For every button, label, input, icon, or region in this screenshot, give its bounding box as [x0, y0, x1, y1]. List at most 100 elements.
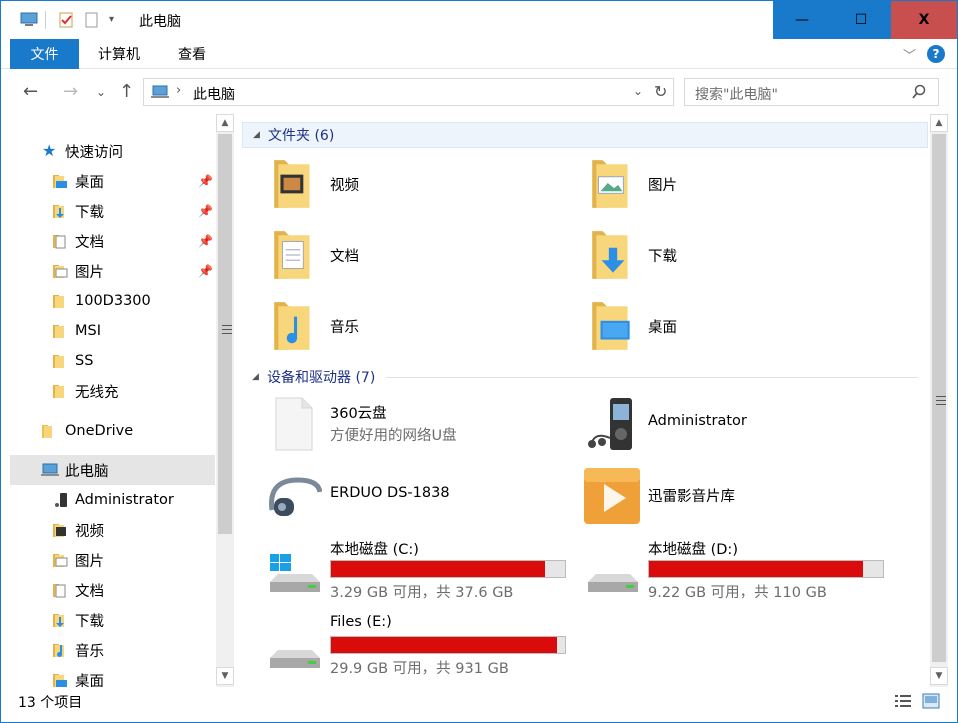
group-title: 设备和驱动器 (7) [267, 370, 376, 386]
maximize-icon: ☐ [854, 12, 868, 28]
scroll-up-icon[interactable]: ▲ [216, 114, 234, 132]
pin-icon[interactable]: 📌 [198, 174, 213, 188]
expand-ribbon-icon[interactable]: ﹀ [903, 45, 916, 64]
refresh-icon[interactable]: ↻ [654, 82, 667, 101]
sidebar-item-this-pc[interactable]: 桌面 [10, 665, 215, 687]
folder-label: 桌面 [648, 320, 677, 336]
nav-label: 下载 [75, 613, 104, 630]
device-item[interactable]: 360云盘 方便好用的网络U盘 [262, 392, 562, 456]
drive-free-space: 9.22 GB 可用，共 110 GB [648, 585, 827, 601]
nav-label: 音乐 [75, 643, 104, 660]
drive-label: 本地磁盘 (C:) [330, 542, 419, 558]
pin-icon[interactable]: 📌 [198, 264, 213, 278]
sidebar-item-this-pc[interactable]: 图片 [10, 545, 215, 575]
sidebar-item-this-pc[interactable]: 视频 [10, 515, 215, 545]
up-button[interactable]: ↑ [119, 81, 134, 102]
nav-pane-scrollbar[interactable]: ▲ ▼ [216, 114, 234, 687]
this-pc-app-icon[interactable] [19, 11, 39, 29]
folder-item[interactable]: 桌面 [588, 298, 888, 358]
nav-label: 桌面 [75, 673, 104, 688]
folder-item[interactable]: 视频 [270, 156, 570, 216]
tab-view[interactable]: 查看 [159, 39, 225, 69]
sidebar-item-quick-access[interactable]: 文档 📌 [10, 226, 215, 256]
folder-item[interactable]: 文档 [270, 227, 570, 287]
collapse-icon[interactable]: ◢ [252, 372, 259, 382]
new-folder-icon[interactable] [83, 11, 101, 29]
folder-item[interactable]: 图片 [588, 156, 888, 216]
sidebar-item-this-pc[interactable]: 文档 [10, 575, 215, 605]
scroll-down-icon[interactable]: ▼ [216, 667, 234, 685]
sidebar-item-quick-access[interactable]: MSI [10, 316, 215, 346]
search-box[interactable]: 搜索"此电脑" [684, 78, 939, 106]
address-bar[interactable]: › 此电脑 ⌄ ↻ [143, 78, 674, 106]
scroll-down-icon[interactable]: ▼ [930, 667, 948, 685]
drive-item[interactable]: 本地磁盘 (D:) 9.22 GB 可用，共 110 GB [580, 536, 890, 602]
documents-folder-icon [52, 233, 68, 249]
folder-icon [52, 323, 68, 339]
device-item[interactable]: 迅雷影音片库 [580, 464, 880, 528]
pin-icon[interactable]: 📌 [198, 204, 213, 218]
drive-usage-fill [331, 637, 557, 653]
nav-quick-access[interactable]: ★ 快速访问 [10, 136, 215, 166]
pin-icon[interactable]: 📌 [198, 234, 213, 248]
nav-onedrive[interactable]: OneDrive [10, 416, 215, 446]
scroll-up-icon[interactable]: ▲ [930, 114, 948, 132]
large-icons-view-icon[interactable] [922, 693, 940, 709]
sidebar-item-quick-access[interactable]: 桌面 📌 [10, 166, 215, 196]
maximize-button[interactable]: ☐ [831, 1, 891, 39]
forward-button[interactable]: → [63, 81, 78, 102]
sidebar-item-quick-access[interactable]: 图片 📌 [10, 256, 215, 286]
back-button[interactable]: ← [23, 81, 38, 102]
drive-item[interactable]: 本地磁盘 (C:) 3.29 GB 可用，共 37.6 GB [262, 536, 572, 602]
close-button[interactable]: X [891, 1, 957, 39]
scroll-thumb[interactable] [932, 134, 946, 662]
media-player-icon [52, 492, 68, 508]
address-dropdown-icon[interactable]: ⌄ [633, 84, 643, 98]
content-pane: ◢ 文件夹 (6) 视频 图片 文档 下载 音乐 桌面 ◢ 设备和驱动器 (7) 360云… [242, 114, 928, 687]
tab-computer[interactable]: 计算机 [79, 39, 159, 69]
drive-free-space: 3.29 GB 可用，共 37.6 GB [330, 585, 514, 601]
drive-label: Files (E:) [330, 614, 392, 630]
sidebar-item-this-pc[interactable]: 下载 [10, 605, 215, 635]
breadcrumb-chevron-icon[interactable]: › [176, 83, 181, 98]
sidebar-item-quick-access[interactable]: 无线充 [10, 376, 215, 406]
title-separator [45, 11, 46, 29]
nav-label: SS [75, 353, 94, 369]
videos-folder-icon [52, 522, 68, 538]
nav-label: 文档 [75, 234, 104, 251]
search-icon[interactable] [911, 84, 927, 100]
hard-drive-icon [266, 626, 322, 678]
desktop-folder-icon [52, 173, 68, 189]
help-button[interactable]: ? [927, 45, 945, 63]
folder-item[interactable]: 音乐 [270, 298, 570, 358]
window-title: 此电脑 [139, 14, 181, 30]
sidebar-item-quick-access[interactable]: SS [10, 346, 215, 376]
details-view-icon[interactable] [894, 693, 912, 709]
group-header-devices[interactable]: ◢ 设备和驱动器 (7) [242, 364, 928, 390]
folder-item[interactable]: 下载 [588, 227, 888, 287]
navigation-pane: ★ 快速访问 桌面 📌 下载 📌 文档 📌 图片 📌 100D3300 MSI SS 无线充 OneD… [10, 114, 215, 687]
nav-label: OneDrive [65, 423, 134, 439]
breadcrumb[interactable]: 此电脑 [193, 84, 235, 104]
device-item[interactable]: ERDUO DS-1838 [262, 464, 562, 528]
group-header-folders[interactable]: ◢ 文件夹 (6) [242, 122, 928, 148]
sidebar-item-quick-access[interactable]: 100D3300 [10, 286, 215, 316]
device-item[interactable]: Administrator [580, 392, 880, 456]
tab-file[interactable]: 文件 [10, 39, 79, 69]
recent-locations-button[interactable]: ⌄ [96, 85, 106, 99]
sidebar-item-this-pc[interactable]: Administrator [10, 485, 215, 515]
content-scrollbar[interactable]: ▲ ▼ [930, 114, 948, 687]
status-bar: 13 个项目 [1, 687, 957, 722]
collapse-icon[interactable]: ◢ [253, 130, 260, 140]
sidebar-item-quick-access[interactable]: 下载 📌 [10, 196, 215, 226]
scroll-thumb[interactable] [218, 134, 232, 534]
nav-label: 100D3300 [75, 293, 151, 309]
sidebar-item-this-pc[interactable]: 音乐 [10, 635, 215, 665]
downloads-folder-icon [52, 612, 68, 628]
nav-this-pc[interactable]: 此电脑 [10, 455, 215, 485]
drive-item[interactable]: Files (E:) 29.9 GB 可用，共 931 GB [262, 612, 572, 678]
pictures-folder-icon [52, 263, 68, 279]
customize-toolbar-icon[interactable]: ▾ [109, 14, 127, 32]
properties-icon[interactable] [57, 11, 75, 29]
minimize-button[interactable]: — [773, 1, 831, 39]
